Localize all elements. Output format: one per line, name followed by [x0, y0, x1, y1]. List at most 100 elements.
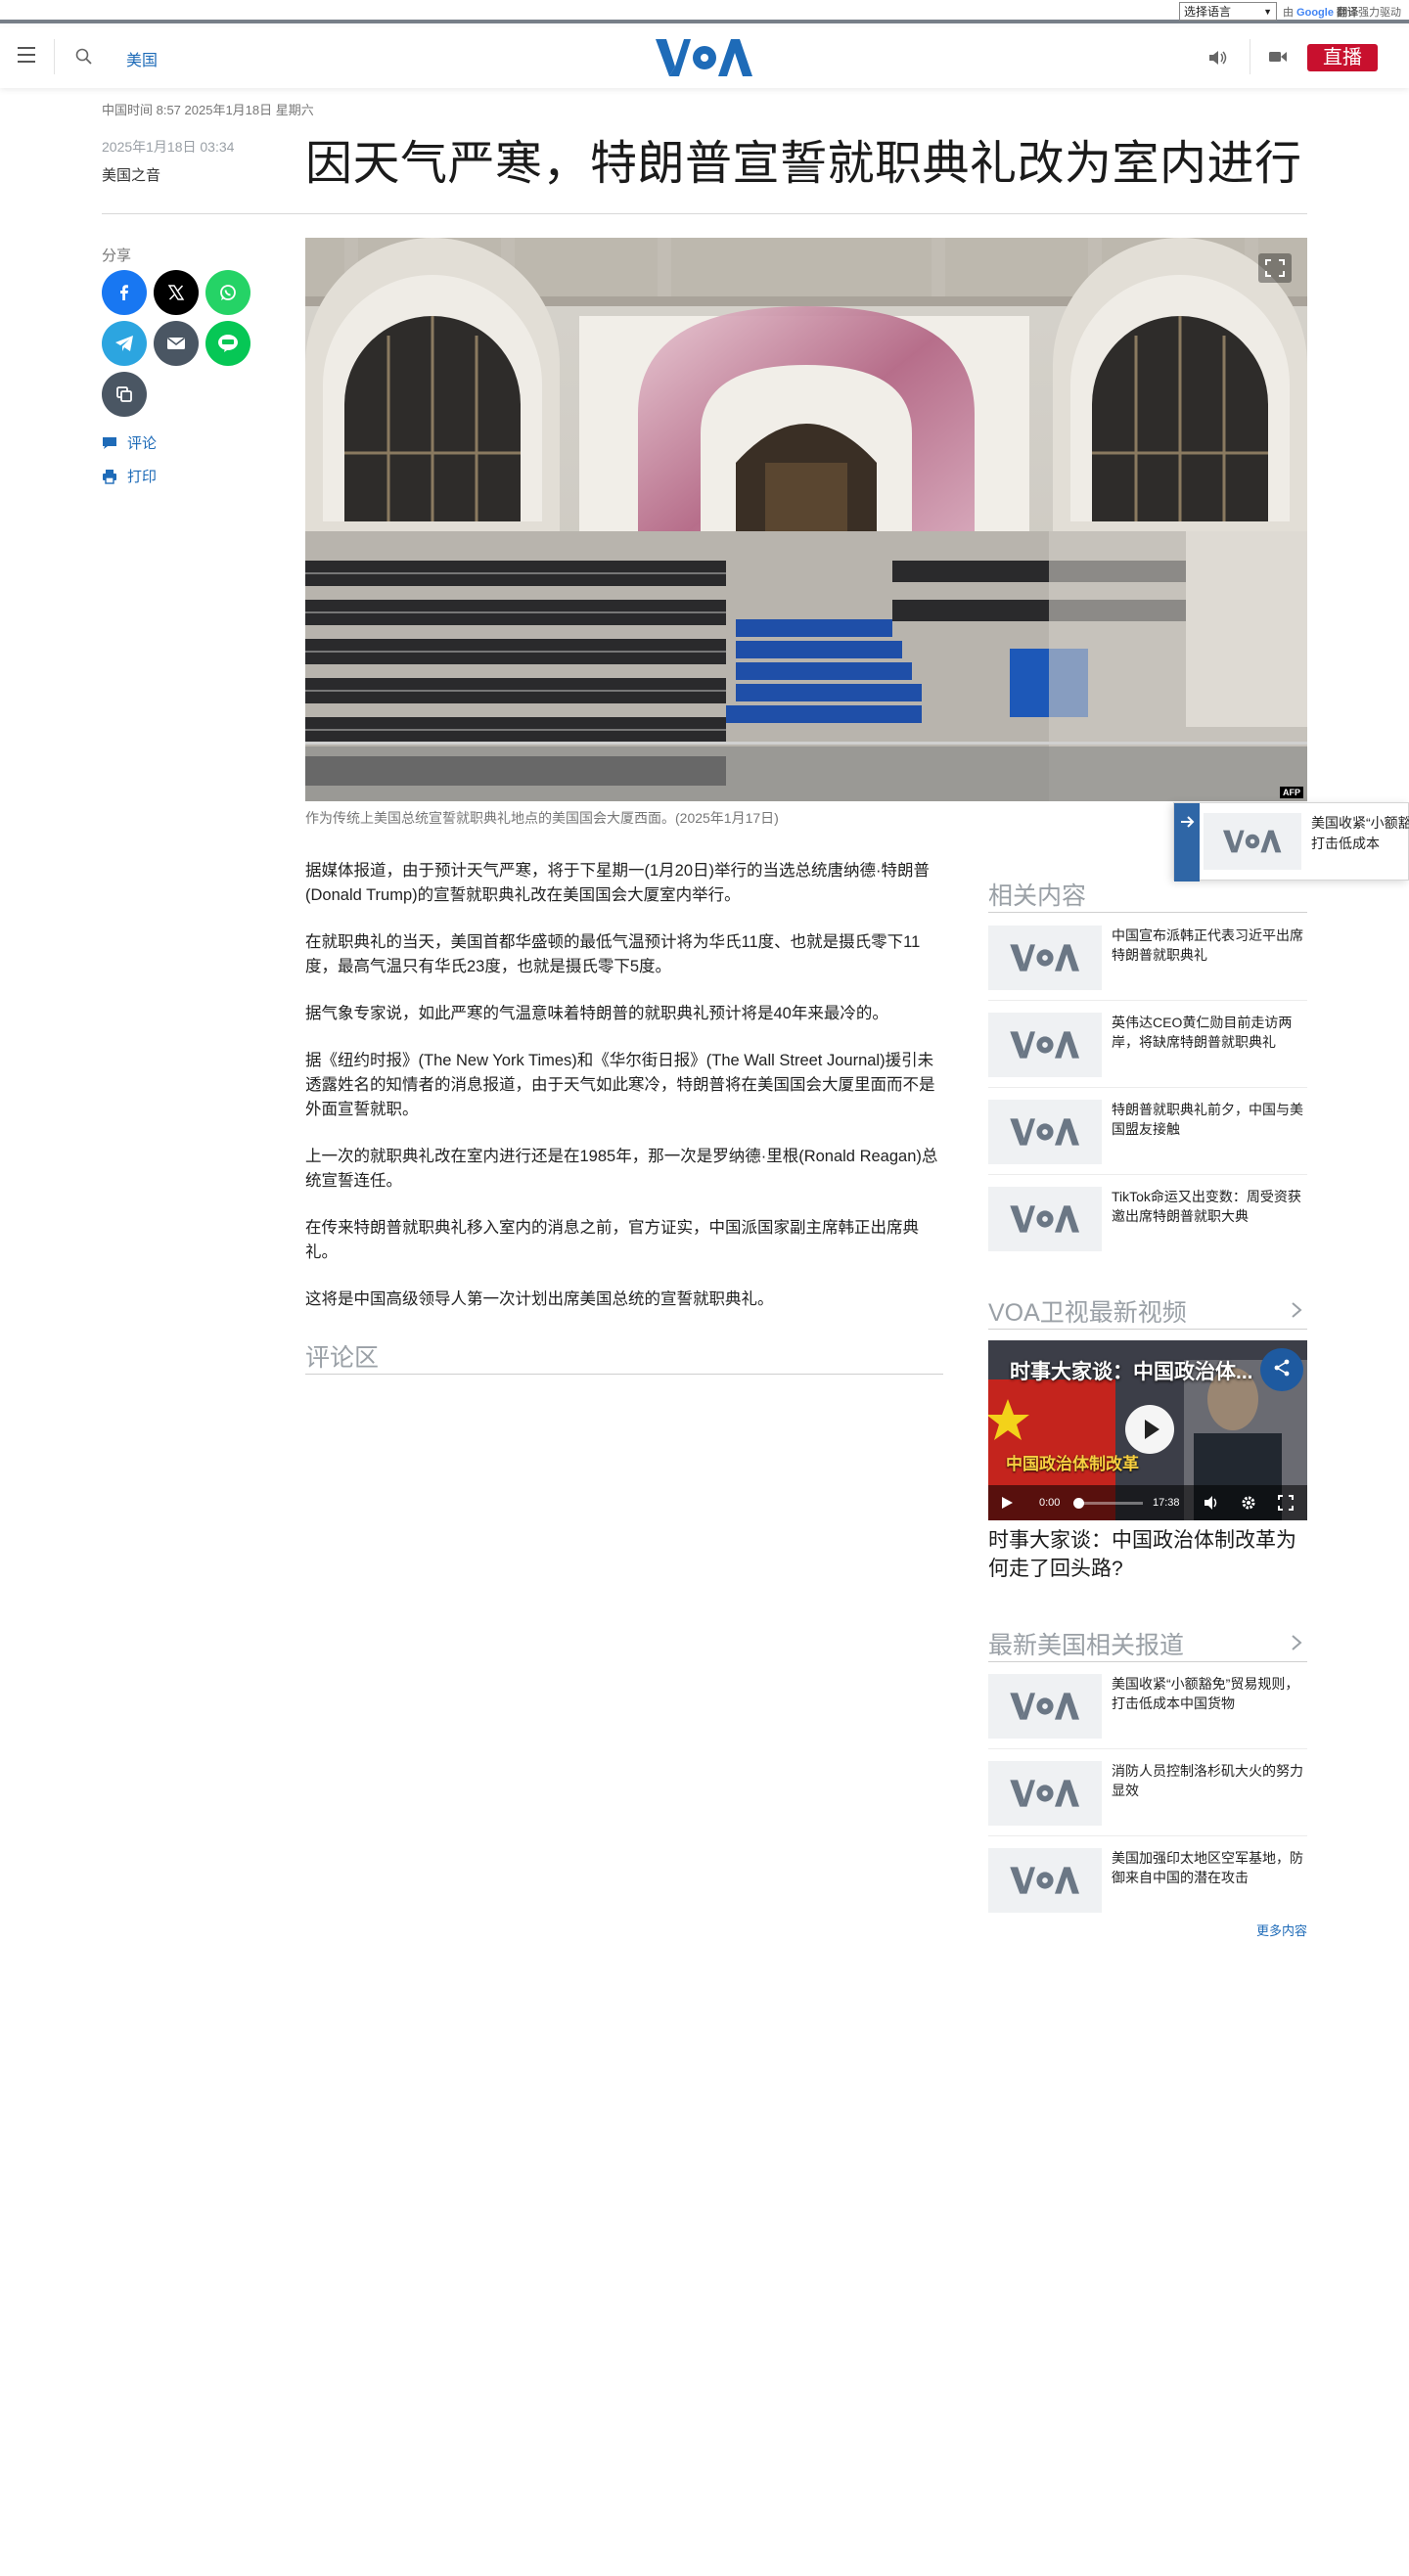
settings-gear-icon[interactable] — [1241, 1495, 1256, 1511]
latest-item-title: 美国收紧“小额豁免”贸易规则，打击低成本中国货物 — [1112, 1676, 1299, 1711]
video-progress-handle[interactable] — [1073, 1498, 1084, 1509]
video-player[interactable]: 时事大家谈：中国政治体... 中国政治体制改革 0:00 17:38 — [988, 1340, 1307, 1520]
divider — [988, 1174, 1307, 1175]
whatsapp-share-button[interactable] — [205, 270, 250, 315]
print-link[interactable]: 打印 — [102, 466, 157, 486]
video-camera-icon[interactable] — [1268, 49, 1288, 65]
divider — [305, 1374, 943, 1375]
telegram-share-button[interactable] — [102, 321, 147, 366]
video-title-link[interactable]: 时事大家谈：中国政治体制改革为何走了回头路? — [988, 1526, 1307, 1583]
video-duration: 17:38 — [1153, 1497, 1180, 1509]
divider — [988, 1087, 1307, 1088]
divider — [988, 1000, 1307, 1001]
voa-logo — [1010, 1205, 1079, 1233]
related-item[interactable]: TikTok命运又出变数：周受资获邀出席特朗普就职大典 — [988, 1187, 1307, 1253]
facebook-icon — [120, 285, 128, 300]
thumbnail — [988, 1674, 1102, 1739]
latest-item[interactable]: 消防人员控制洛杉矶大火的努力显效 — [988, 1761, 1307, 1828]
voa-logo — [1010, 1780, 1079, 1807]
video-controls: 0:00 17:38 — [988, 1485, 1307, 1520]
chevron-right-icon[interactable] — [1290, 1633, 1303, 1652]
x-icon — [167, 285, 185, 300]
print-icon — [103, 469, 116, 484]
comments-heading: 评论区 — [305, 1344, 380, 1372]
language-select[interactable]: 选择语言 ▼ — [1178, 2, 1277, 21]
copy-icon — [116, 386, 132, 402]
divider — [102, 213, 1307, 214]
divider — [988, 1835, 1307, 1836]
play-button[interactable] — [1125, 1405, 1174, 1454]
related-heading: 相关内容 — [988, 882, 1087, 910]
translate-label[interactable]: 翻译 — [1337, 7, 1358, 19]
related-item[interactable]: 特朗普就职典礼前夕，中国与美国盟友接触 — [988, 1100, 1307, 1166]
video-progress-bar[interactable] — [1073, 1498, 1143, 1509]
voa-logo[interactable] — [656, 37, 753, 78]
comments-link[interactable]: 评论 — [102, 432, 157, 453]
publish-date: 2025年1月18日 03:34 — [102, 139, 235, 155]
related-item[interactable]: 中国宣布派韩正代表习近平出席特朗普就职典礼 — [988, 926, 1307, 992]
paragraph: 这将是中国高级领导人第一次计划出席美国总统的宣誓就职典礼。 — [305, 1290, 774, 1308]
live-button[interactable]: 直播 — [1307, 44, 1378, 71]
language-select-value: 选择语言 — [1183, 5, 1231, 19]
comment-icon — [103, 436, 116, 449]
search-icon[interactable] — [74, 47, 94, 67]
voa-logo — [1010, 1031, 1079, 1059]
header-divider — [54, 39, 55, 74]
print-link-label: 打印 — [127, 469, 158, 485]
fullscreen-icon[interactable] — [1258, 253, 1292, 283]
telegram-icon — [115, 336, 133, 351]
related-item-title: 特朗普就职典礼前夕，中国与美国盟友接触 — [1112, 1102, 1303, 1137]
facebook-share-button[interactable] — [102, 270, 147, 315]
related-item-title: 英伟达CEO黄仁勋目前走访两岸，将缺席特朗普就职典礼 — [1112, 1015, 1293, 1050]
share-icon[interactable] — [1272, 1358, 1292, 1378]
email-icon — [167, 337, 185, 349]
thumbnail — [988, 1187, 1102, 1251]
menu-icon[interactable] — [18, 47, 35, 63]
paragraph: 在就职典礼的当天，美国首都华盛顿的最低气温预计将为华氏11度、也就是摄氏零下11… — [305, 933, 921, 975]
thumbnail — [988, 926, 1102, 990]
volume-icon[interactable] — [1204, 1495, 1221, 1511]
thumbnail — [988, 1100, 1102, 1164]
fullscreen-icon[interactable] — [1278, 1495, 1294, 1511]
author-link[interactable]: 美国之音 — [102, 164, 160, 185]
divider — [988, 1329, 1307, 1330]
comments-link-label: 评论 — [127, 435, 158, 452]
section-link-usa[interactable]: 美国 — [126, 47, 158, 70]
google-label[interactable]: Google — [1296, 7, 1334, 19]
next-article-title: 美国收紧“小额豁免”贸易规则，打击低成本 — [1311, 813, 1409, 854]
latest-item[interactable]: 美国收紧“小额豁免”贸易规则，打击低成本中国货物 — [988, 1674, 1307, 1740]
line-share-button[interactable] — [205, 321, 250, 366]
divider — [988, 1661, 1307, 1662]
thumbnail — [988, 1848, 1102, 1913]
chevron-right-icon[interactable] — [1290, 1300, 1303, 1320]
site-header: 美国 直播 — [0, 27, 1409, 88]
share-label: 分享 — [102, 248, 132, 264]
image-credit: AFP — [1280, 787, 1303, 798]
video-section-heading[interactable]: VOA卫视最新视频 — [988, 1293, 1187, 1329]
more-content-link[interactable]: 更多内容 — [1256, 1921, 1307, 1939]
article-body: 据媒体报道，由于预计天气严寒，将于下星期一(1月20日)举行的当选总统唐纳德·特… — [305, 859, 943, 1334]
line-icon — [218, 335, 238, 352]
thumbnail — [988, 1761, 1102, 1826]
play-icon[interactable] — [1000, 1496, 1014, 1510]
video-banner-text: 中国政治体制改革 — [1006, 1455, 1139, 1473]
video-current-time: 0:00 — [1039, 1497, 1061, 1509]
google-translate-bar: 选择语言 ▼ 由 Google 翻译强力驱动 — [0, 0, 1409, 23]
thumbnail — [1204, 813, 1301, 870]
image-caption: 作为传统上美国总统宣誓就职典礼地点的美国国会大厦西面。(2025年1月17日) — [305, 810, 779, 826]
arrow-right-icon — [1181, 816, 1195, 828]
current-timestamp: 中国时间 8:57 2025年1月18日 星期六 — [102, 103, 314, 117]
x-share-button[interactable] — [154, 270, 199, 315]
email-share-button[interactable] — [154, 321, 199, 366]
hero-image[interactable]: AFP — [305, 238, 1307, 801]
copy-link-button[interactable] — [102, 372, 147, 417]
voa-logo — [1010, 1118, 1079, 1146]
latest-item[interactable]: 美国加强印太地区空军基地，防御来自中国的潜在攻击 — [988, 1848, 1307, 1915]
paragraph: 据媒体报道，由于预计天气严寒，将于下星期一(1月20日)举行的当选总统唐纳德·特… — [305, 862, 931, 904]
next-article-tab[interactable] — [1174, 803, 1200, 881]
latest-heading[interactable]: 最新美国相关报道 — [988, 1626, 1184, 1661]
related-item[interactable]: 英伟达CEO黄仁勋目前走访两岸，将缺席特朗普就职典礼 — [988, 1013, 1307, 1079]
audio-icon[interactable] — [1207, 48, 1229, 68]
whatsapp-icon — [220, 285, 236, 300]
next-article-card[interactable]: 美国收紧“小额豁免”贸易规则，打击低成本 — [1173, 802, 1409, 881]
